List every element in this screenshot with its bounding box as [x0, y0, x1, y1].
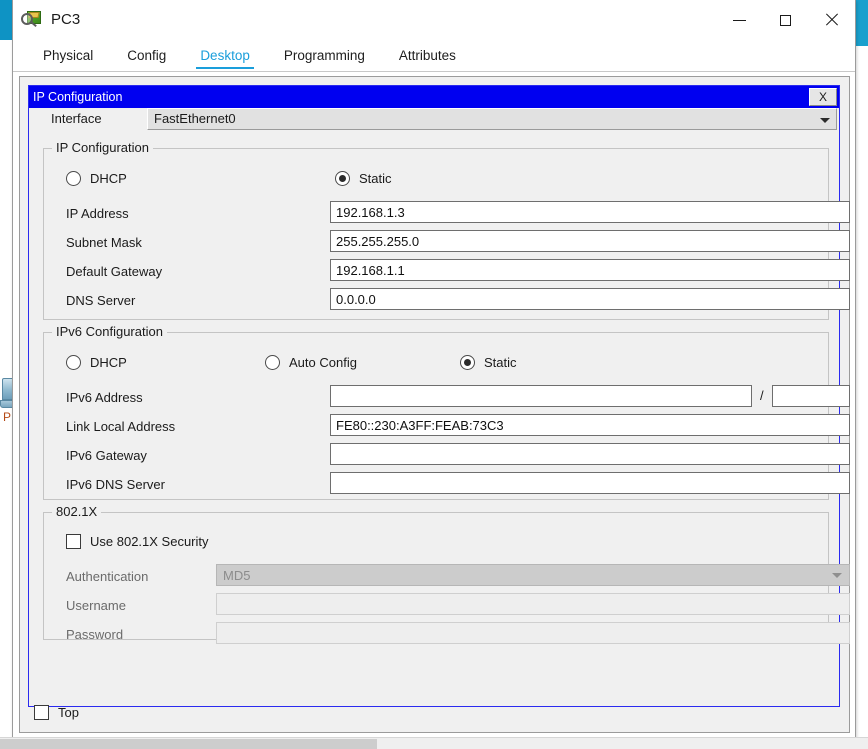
username-label: Username	[66, 598, 126, 613]
ip-configuration-dialog: IP Configuration X Interface FastEtherne…	[28, 85, 850, 707]
ipv4-dhcp-label: DHCP	[90, 171, 127, 186]
dot1x-group-legend: 802.1X	[52, 504, 102, 519]
minimize-button[interactable]	[717, 0, 763, 40]
tab-attributes[interactable]: Attributes	[387, 48, 468, 71]
ipv4-static-label: Static	[359, 171, 392, 186]
ipv6-dns-server-input[interactable]	[330, 472, 850, 494]
maximize-button[interactable]	[763, 0, 809, 40]
use-8021x-security-label: Use 802.1X Security	[90, 534, 209, 549]
tab-physical[interactable]: Physical	[31, 48, 105, 71]
ipv6-dns-server-label: IPv6 DNS Server	[66, 477, 165, 492]
top-checkbox[interactable]: Top	[34, 705, 79, 720]
radio-checked-icon	[460, 355, 475, 370]
ipv6-static-radio[interactable]: Static	[460, 355, 517, 370]
ip-address-input[interactable]: 192.168.1.3	[330, 201, 850, 223]
ipv6-group-legend: IPv6 Configuration	[52, 324, 167, 339]
ipv6-prefix-input[interactable]	[772, 385, 850, 407]
workspace-horizontal-scrollbar[interactable]	[0, 737, 868, 749]
radio-checked-icon	[335, 171, 350, 186]
ipv6-gateway-label: IPv6 Gateway	[66, 448, 147, 463]
tab-programming[interactable]: Programming	[272, 48, 377, 71]
close-button[interactable]	[809, 0, 855, 40]
ipv6-configuration-group: IPv6 Configuration DHCP Auto Config Stat…	[43, 324, 850, 500]
dot1x-group: 802.1X Use 802.1X Security Authenticatio…	[43, 504, 850, 644]
password-label: Password	[66, 627, 124, 642]
maximize-icon	[778, 12, 794, 28]
username-input[interactable]	[216, 593, 850, 615]
device-window: PC3 Physical Config Desktop Programming …	[12, 0, 856, 740]
interface-row: Interface FastEthernet0	[29, 108, 839, 132]
default-gateway-input[interactable]: 192.168.1.1	[330, 259, 850, 281]
ip-address-label: IP Address	[66, 206, 129, 221]
window-title: PC3	[51, 11, 81, 28]
device-tabs: Physical Config Desktop Programming Attr…	[13, 40, 855, 72]
dns-server-input[interactable]: 0.0.0.0	[330, 288, 850, 310]
ipv4-configuration-group: IP Configuration DHCP Static IP Address …	[43, 140, 850, 320]
ipv6-static-label: Static	[484, 355, 517, 370]
packet-tracer-workspace-background: P PC3 Physical Config Desktop Programmin…	[0, 0, 868, 749]
chevron-down-icon	[820, 118, 830, 123]
interface-dropdown[interactable]: FastEthernet0	[147, 108, 837, 130]
interface-selected-value: FastEthernet0	[154, 111, 236, 126]
ipv6-address-label: IPv6 Address	[66, 390, 143, 405]
authentication-selected-value: MD5	[223, 568, 251, 583]
checkbox-unchecked-icon	[66, 534, 81, 549]
tab-config[interactable]: Config	[115, 48, 178, 71]
dialog-title: IP Configuration	[33, 90, 123, 104]
radio-unchecked-icon	[66, 171, 81, 186]
link-local-address-label: Link Local Address	[66, 419, 176, 434]
dialog-close-button[interactable]: X	[809, 88, 837, 106]
ipv4-dhcp-radio[interactable]: DHCP	[66, 171, 127, 186]
ipv6-dhcp-radio[interactable]: DHCP	[66, 355, 127, 370]
subnet-mask-label: Subnet Mask	[66, 235, 142, 250]
workspace-device-label: P	[3, 410, 11, 424]
minimize-icon	[732, 12, 748, 28]
radio-unchecked-icon	[66, 355, 81, 370]
scrollbar-thumb[interactable]	[0, 739, 377, 749]
use-8021x-security-checkbox[interactable]: Use 802.1X Security	[66, 534, 209, 549]
ipv6-gateway-input[interactable]	[330, 443, 850, 465]
default-gateway-label: Default Gateway	[66, 264, 163, 279]
authentication-dropdown[interactable]: MD5	[216, 564, 850, 586]
interface-label: Interface	[51, 111, 102, 126]
ipv6-address-input[interactable]	[330, 385, 752, 407]
inspect-magnifier-icon	[21, 10, 43, 30]
workspace-teal-strip-right	[856, 0, 868, 46]
ipv4-static-radio[interactable]: Static	[335, 171, 392, 186]
radio-unchecked-icon	[265, 355, 280, 370]
ipv6-autoconfig-label: Auto Config	[289, 355, 357, 370]
subnet-mask-input[interactable]: 255.255.255.0	[330, 230, 850, 252]
ipv6-autoconfig-radio[interactable]: Auto Config	[265, 355, 357, 370]
dialog-titlebar: IP Configuration X	[29, 86, 839, 108]
window-titlebar: PC3	[13, 0, 855, 40]
link-local-address-input[interactable]: FE80::230:A3FF:FEAB:73C3	[330, 414, 850, 436]
ipv6-prefix-separator: /	[760, 388, 764, 403]
authentication-label: Authentication	[66, 569, 149, 584]
desktop-tab-content: IP Configuration X Interface FastEtherne…	[19, 76, 850, 733]
chevron-down-icon	[832, 573, 842, 578]
dns-server-label: DNS Server	[66, 293, 136, 308]
tab-desktop[interactable]: Desktop	[188, 48, 262, 71]
close-icon	[824, 12, 840, 28]
ipv6-dhcp-label: DHCP	[90, 355, 127, 370]
ipv4-group-legend: IP Configuration	[52, 140, 153, 155]
password-input[interactable]	[216, 622, 850, 644]
checkbox-unchecked-icon	[34, 705, 49, 720]
top-checkbox-label: Top	[58, 705, 79, 720]
